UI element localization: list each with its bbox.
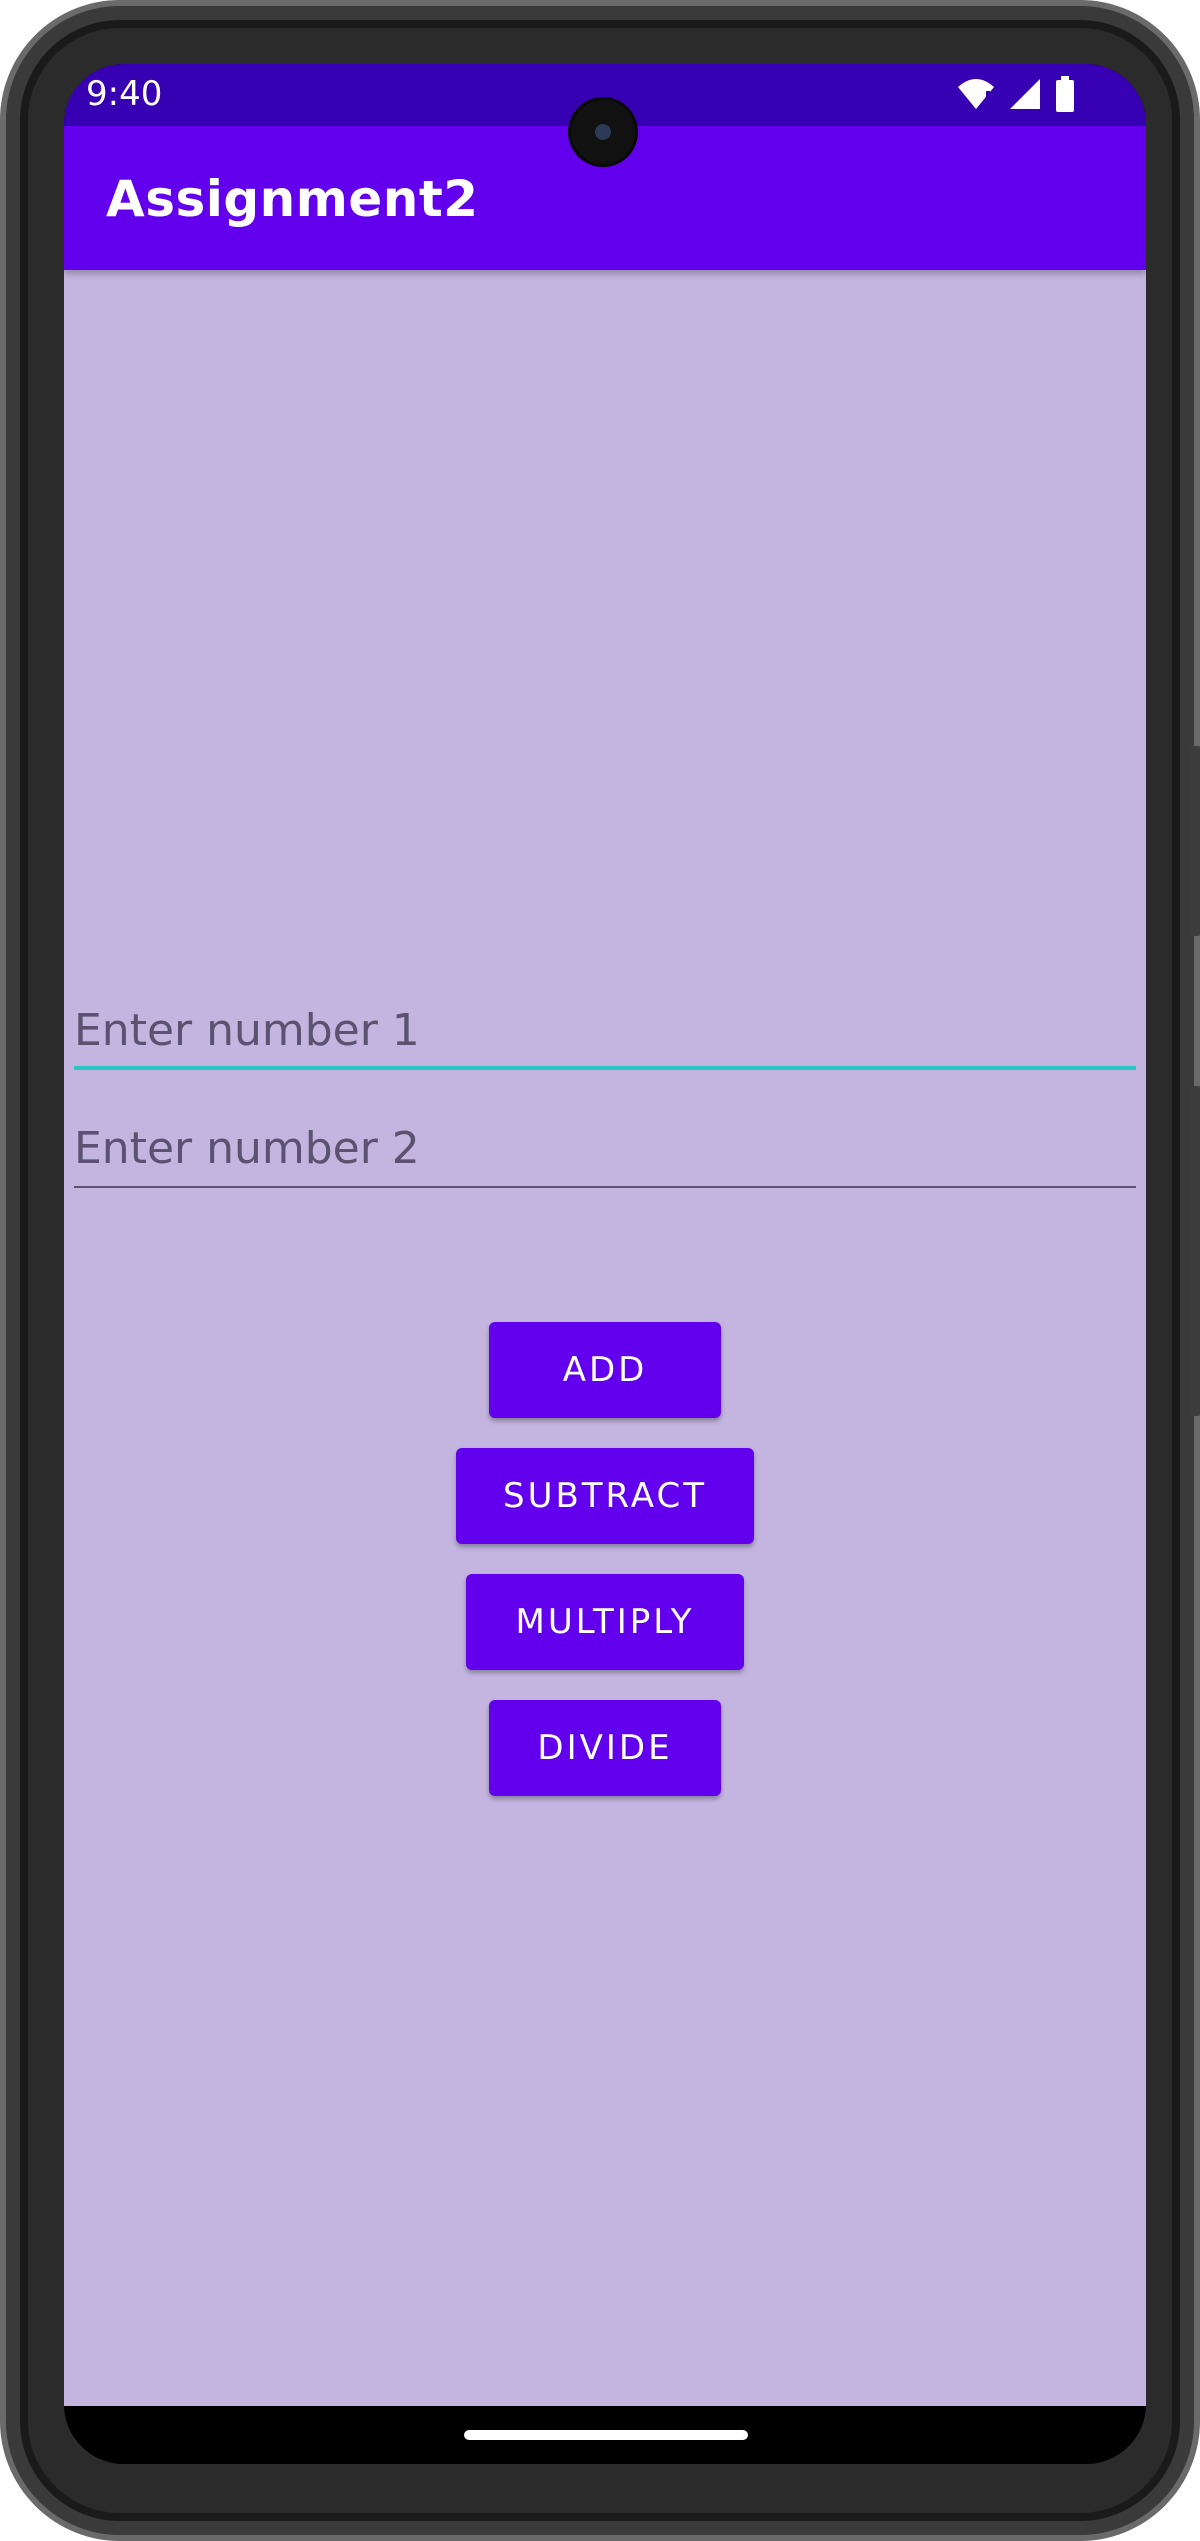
wifi-icon bbox=[956, 77, 996, 115]
home-gesture-handle[interactable] bbox=[464, 2430, 748, 2440]
status-icons bbox=[956, 76, 1076, 116]
add-button[interactable]: ADD bbox=[489, 1322, 721, 1418]
side-button-volume bbox=[1190, 1086, 1200, 1416]
number2-underline bbox=[74, 1186, 1136, 1188]
navigation-bar bbox=[64, 2406, 1146, 2464]
number2-field[interactable]: Enter number 2 bbox=[74, 1108, 1136, 1188]
multiply-button[interactable]: MULTIPLY bbox=[466, 1574, 744, 1670]
number1-field[interactable]: Enter number 1 bbox=[74, 990, 1136, 1070]
front-camera bbox=[571, 100, 635, 164]
number1-placeholder: Enter number 1 bbox=[74, 1005, 420, 1056]
device-screen: 9:40 Assignment2 Enter number 1 Enter nu… bbox=[64, 64, 1146, 2464]
main-content: Enter number 1 Enter number 2 ADD SUBTRA… bbox=[64, 270, 1146, 2406]
subtract-button[interactable]: SUBTRACT bbox=[456, 1448, 754, 1544]
divide-button[interactable]: DIVIDE bbox=[489, 1700, 721, 1796]
number1-underline bbox=[74, 1066, 1136, 1070]
app-title: Assignment2 bbox=[106, 170, 479, 228]
number2-placeholder: Enter number 2 bbox=[74, 1123, 420, 1174]
side-button-power bbox=[1190, 746, 1200, 936]
phone-frame: 9:40 Assignment2 Enter number 1 Enter nu… bbox=[0, 0, 1200, 2541]
status-time: 9:40 bbox=[86, 74, 163, 114]
battery-icon bbox=[1054, 76, 1076, 116]
signal-icon bbox=[1008, 77, 1042, 115]
